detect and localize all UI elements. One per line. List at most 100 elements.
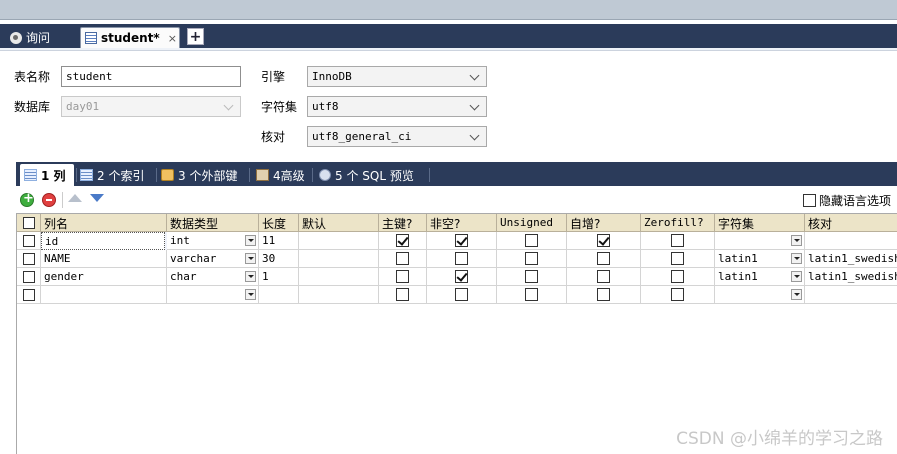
cell-collation[interactable] [805,232,897,250]
row-select-checkbox[interactable] [22,288,35,301]
cell-column-name[interactable]: id [41,232,165,250]
cell-charset[interactable]: latin1 [715,268,805,286]
cell-data-type[interactable]: int [167,232,259,250]
cell-column-name[interactable] [41,286,167,304]
cell-data-type[interactable] [167,286,259,304]
table-row[interactable] [17,286,897,304]
cell-primary-key[interactable] [379,232,427,250]
row-select-cell[interactable] [17,286,41,304]
cell-default[interactable] [299,250,379,268]
header-length[interactable]: 长度 [259,214,299,232]
cell-auto-increment[interactable] [567,250,641,268]
cell-zerofill[interactable] [641,232,715,250]
auto-increment-checkbox[interactable] [597,234,610,247]
not-null-checkbox[interactable] [455,252,468,265]
cell-charset[interactable] [715,286,805,304]
table-row[interactable]: id int 11 [17,232,897,250]
row-select-checkbox[interactable] [22,270,35,283]
header-zerofill[interactable]: Zerofill? [641,214,715,232]
cell-not-null[interactable] [427,250,497,268]
header-column-name[interactable]: 列名 [41,214,167,232]
cell-length[interactable]: 11 [259,232,299,250]
zerofill-checkbox[interactable] [671,270,684,283]
cell-charset[interactable]: latin1 [715,250,805,268]
cell-unsigned[interactable] [497,250,567,268]
collation-select[interactable]: utf8_general_ci [307,126,487,147]
header-auto-increment[interactable]: 自增? [567,214,641,232]
primary-key-checkbox[interactable] [396,252,409,265]
select-all-checkbox[interactable] [22,216,35,229]
cell-charset[interactable] [715,232,805,250]
cell-primary-key[interactable] [379,250,427,268]
cell-zerofill[interactable] [641,268,715,286]
subtab-indexes[interactable]: 2 个索引 [76,164,154,186]
row-select-cell[interactable] [17,250,41,268]
cell-collation[interactable] [805,286,897,304]
cell-unsigned[interactable] [497,232,567,250]
cell-data-type[interactable]: char [167,268,259,286]
cell-primary-key[interactable] [379,286,427,304]
cell-auto-increment[interactable] [567,286,641,304]
table-row[interactable]: NAME varchar 30 latin1 latin1_swedish_ci [17,250,897,268]
table-name-input[interactable]: student [61,66,241,87]
cell-auto-increment[interactable] [567,232,641,250]
cell-default[interactable] [299,232,379,250]
dropdown-arrow-icon[interactable] [245,253,256,264]
subtab-advanced[interactable]: 4高级 [252,164,312,186]
subtab-columns[interactable]: 1 列 [20,164,74,186]
cell-collation[interactable]: latin1_swedish_ci [805,268,897,286]
charset-select[interactable]: utf8 [307,96,487,117]
add-column-icon[interactable] [20,191,34,207]
dropdown-arrow-icon[interactable] [791,289,802,300]
auto-increment-checkbox[interactable] [597,288,610,301]
dropdown-arrow-icon[interactable] [245,271,256,282]
header-collation[interactable]: 核对 [805,214,897,232]
cell-not-null[interactable] [427,268,497,286]
cell-default[interactable] [299,286,379,304]
cell-default[interactable] [299,268,379,286]
cell-primary-key[interactable] [379,268,427,286]
header-charset[interactable]: 字符集 [715,214,805,232]
header-not-null[interactable]: 非空? [427,214,497,232]
primary-key-checkbox[interactable] [396,288,409,301]
primary-key-checkbox[interactable] [396,234,409,247]
dropdown-arrow-icon[interactable] [245,235,256,246]
zerofill-checkbox[interactable] [671,288,684,301]
cell-length[interactable]: 1 [259,268,299,286]
delete-column-icon[interactable] [42,193,56,207]
cell-unsigned[interactable] [497,286,567,304]
unsigned-checkbox[interactable] [525,288,538,301]
auto-increment-checkbox[interactable] [597,252,610,265]
cell-not-null[interactable] [427,232,497,250]
move-up-icon[interactable] [68,194,82,202]
cell-zerofill[interactable] [641,286,715,304]
tab-student[interactable]: student* × [80,27,180,48]
cell-not-null[interactable] [427,286,497,304]
not-null-checkbox[interactable] [455,288,468,301]
add-tab-button[interactable]: + [187,28,204,45]
move-down-icon[interactable] [90,194,104,202]
unsigned-checkbox[interactable] [525,270,538,283]
table-row[interactable]: gender char 1 latin1 latin1_swedish_ci [17,268,897,286]
cell-collation[interactable]: latin1_swedish_ci [805,250,897,268]
row-select-cell[interactable] [17,232,41,250]
dropdown-arrow-icon[interactable] [791,235,802,246]
header-data-type[interactable]: 数据类型 [167,214,259,232]
subtab-sql-preview[interactable]: 5 个 SQL 预览 [315,164,427,186]
zerofill-checkbox[interactable] [671,234,684,247]
header-default[interactable]: 默认 [299,214,379,232]
subtab-foreign-keys[interactable]: 3 个外部键 [157,164,249,186]
header-unsigned[interactable]: Unsigned [497,214,567,232]
cell-unsigned[interactable] [497,268,567,286]
not-null-checkbox[interactable] [455,270,468,283]
hide-language-checkbox[interactable] [802,194,816,207]
not-null-checkbox[interactable] [455,234,468,247]
unsigned-checkbox[interactable] [525,252,538,265]
row-select-cell[interactable] [17,268,41,286]
cell-data-type[interactable]: varchar [167,250,259,268]
zerofill-checkbox[interactable] [671,252,684,265]
engine-select[interactable]: InnoDB [307,66,487,87]
cell-column-name[interactable]: gender [41,268,167,286]
dropdown-arrow-icon[interactable] [791,253,802,264]
select-all-cell[interactable] [17,214,41,232]
